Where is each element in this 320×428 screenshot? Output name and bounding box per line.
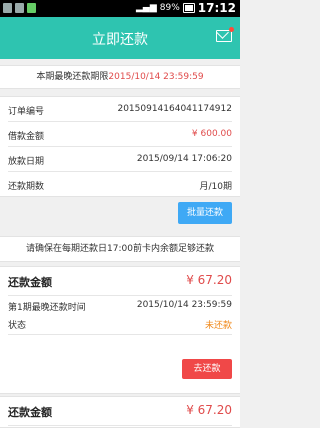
- order-info: 订单编号 2015091416404117491​2 借款金额 ¥ 600.00…: [0, 96, 240, 197]
- page-title: 立即还款: [92, 32, 148, 48]
- repay-button[interactable]: 去还款: [182, 359, 232, 379]
- notification-icon: [15, 3, 24, 13]
- loan-amount-row: 借款金额 ¥ 600.00: [8, 122, 232, 147]
- mail-icon[interactable]: [216, 27, 234, 42]
- card-header: 还款金额 ¥ 67.20: [8, 397, 232, 426]
- order-number-row: 订单编号 2015091416404117491​2: [8, 97, 232, 122]
- deadline-datetime: 2015/10/14 23:59:59: [108, 72, 204, 82]
- card-amount: ¥ 67.20: [186, 273, 232, 287]
- signal-icon: ▂▄▆: [136, 3, 157, 13]
- notification-icon: [27, 3, 36, 13]
- status-indicators: ▂▄▆ 89% 17:12: [136, 1, 236, 15]
- loan-date-row: 放款日期 2015/09/14 17:06:20: [8, 147, 232, 172]
- row-label: 放款日期: [8, 157, 45, 167]
- battery-icon: [182, 3, 195, 13]
- row-value: 月/10期: [199, 182, 233, 192]
- battery-percent: 89%: [159, 3, 180, 13]
- clock: 17:12: [197, 1, 236, 15]
- status-value: 未还款: [204, 321, 232, 331]
- installments-row: 还款期数 月/10期: [8, 172, 232, 196]
- status-label: 状态: [8, 321, 27, 331]
- card-amount: ¥ 67.20: [186, 403, 232, 417]
- row-value: 2015091416404117491​2: [117, 104, 232, 114]
- card-title: 还款金额: [8, 276, 52, 289]
- due-time-value: 2015/10/14 23:59:59: [136, 300, 232, 310]
- row-label: 订单编号: [8, 107, 45, 117]
- card-title: 还款金额: [8, 406, 52, 419]
- notification-badge: [229, 27, 234, 32]
- repayment-card: 还款金额 ¥ 67.20 第1期最晚还款时间 2015/10/14 23:59:…: [0, 266, 240, 394]
- row-label: 还款期数: [8, 182, 45, 192]
- notification-icon: [3, 3, 12, 13]
- batch-repay-button[interactable]: 批量还款: [178, 202, 232, 224]
- status-line: 状态 未还款: [8, 314, 232, 332]
- deadline-label: 本期最晚还款期限: [36, 72, 109, 82]
- due-time-label: 第1期最晚还款时间: [8, 303, 86, 313]
- notification-icons: [3, 3, 36, 13]
- divider: [8, 334, 232, 335]
- repayment-card: 还款金额 ¥ 67.20: [0, 396, 240, 428]
- row-label: 借款金额: [8, 132, 45, 142]
- row-value: ¥ 600.00: [191, 129, 232, 139]
- deadline-banner: 本期最晚还款期限2015/10/14 23:59:59: [0, 65, 240, 89]
- row-value: 2015/09/14 17:06:20: [136, 154, 232, 164]
- repayment-note: 请确保在每期还款日17:00前卡内余额足够还款: [0, 236, 240, 262]
- title-bar: 立即还款: [0, 17, 240, 59]
- due-time-line: 第1期最晚还款时间 2015/10/14 23:59:59: [8, 296, 232, 314]
- status-bar: ▂▄▆ 89% 17:12: [0, 0, 240, 17]
- card-header: 还款金额 ¥ 67.20: [8, 267, 232, 296]
